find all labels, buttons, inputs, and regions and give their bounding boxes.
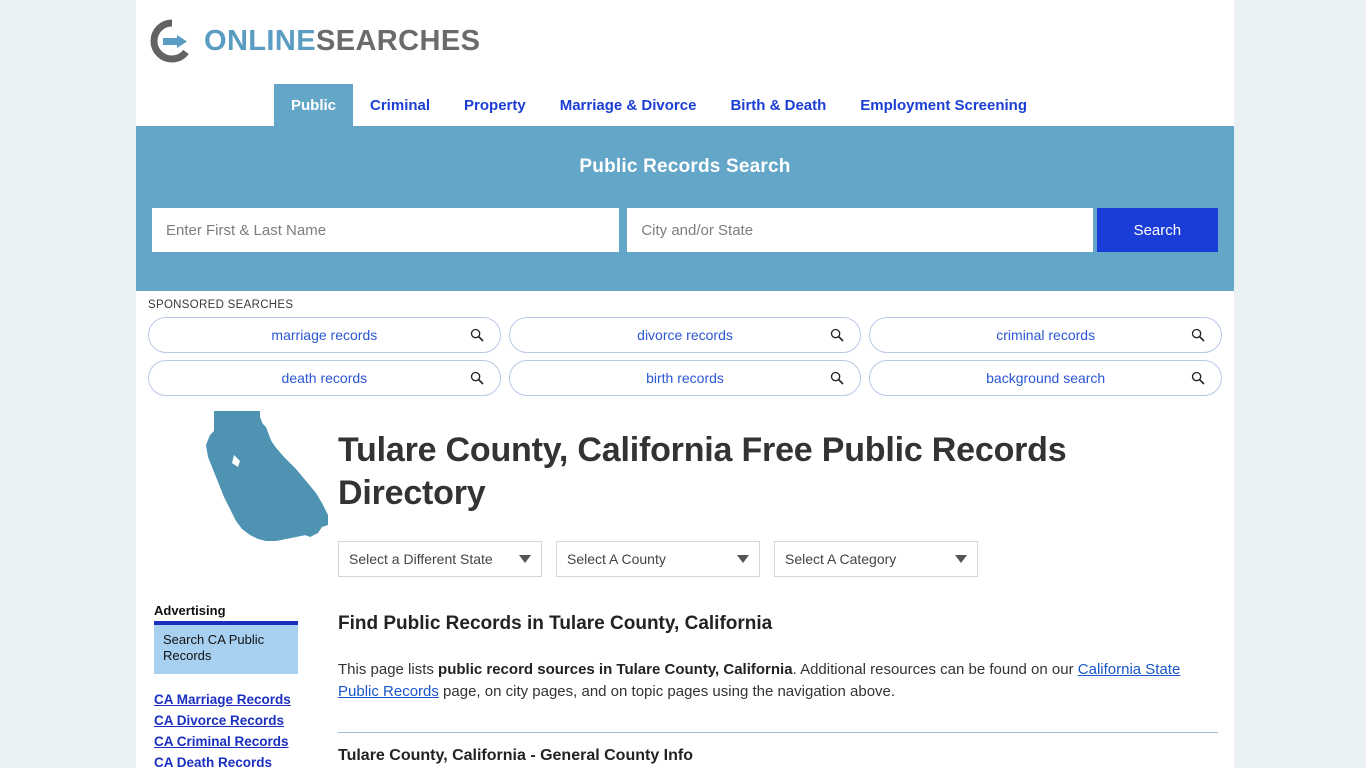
sidebar-link-ca-divorce-records[interactable]: CA Divorce Records: [154, 713, 316, 728]
sponsored-death-records[interactable]: death records: [148, 360, 501, 396]
logo-wordmark: ONLINESEARCHES: [204, 24, 481, 57]
tab-marriage-divorce[interactable]: Marriage & Divorce: [543, 84, 714, 126]
magnifier-icon: [470, 328, 484, 342]
magnifier-icon: [470, 371, 484, 385]
sponsored-searches-section: SPONSORED SEARCHES marriage records divo…: [136, 291, 1234, 396]
select-state-dropdown[interactable]: Select a Different State: [338, 540, 542, 577]
ad-search-ca-public-records[interactable]: Search CA Public Records: [154, 621, 298, 674]
chevron-down-icon: [737, 554, 749, 563]
select-county-dropdown[interactable]: Select A County: [556, 540, 760, 577]
circle-arrow-icon: [150, 19, 194, 63]
content-divider: [338, 731, 1218, 733]
sponsored-row-2: death records birth records background s…: [148, 360, 1223, 396]
sponsored-row-1: marriage records divorce records crimina…: [148, 317, 1223, 353]
search-submit-button[interactable]: Search: [1096, 208, 1218, 252]
general-county-info-heading: Tulare County, California - General Coun…: [338, 746, 693, 764]
select-category-dropdown[interactable]: Select A Category: [774, 540, 978, 577]
select-state-label: Select a Different State: [349, 550, 493, 567]
section-heading: Find Public Records in Tulare County, Ca…: [338, 612, 773, 634]
select-category-label: Select A Category: [785, 550, 897, 567]
sponsored-background-search[interactable]: background search: [869, 360, 1223, 396]
sponsored-criminal-records[interactable]: criminal records: [869, 317, 1223, 353]
tab-criminal[interactable]: Criminal: [353, 84, 447, 126]
search-city-input[interactable]: [627, 208, 1093, 252]
left-sidebar: Advertising Search CA Public Records CA …: [148, 411, 328, 768]
paragraph-part-2: . Additional resources can be found on o…: [792, 660, 1078, 678]
sponsored-label-text: criminal records: [996, 327, 1096, 343]
main-area: Advertising Search CA Public Records CA …: [136, 403, 1234, 768]
paragraph-part-3: page, on city pages, and on topic pages …: [438, 683, 896, 701]
sidebar-link-ca-criminal-records[interactable]: CA Criminal Records: [154, 734, 316, 749]
chevron-down-icon: [955, 554, 967, 563]
content-container: ONLINESEARCHES Public Criminal Property …: [136, 0, 1234, 768]
sidebar-link-ca-marriage-records[interactable]: CA Marriage Records: [154, 692, 316, 707]
main-content-column: Tulare County, California Free Public Re…: [316, 411, 1222, 768]
tab-employment-screening[interactable]: Employment Screening: [843, 84, 1044, 126]
site-logo[interactable]: ONLINESEARCHES: [150, 14, 1234, 68]
advertising-heading: Advertising: [154, 603, 226, 618]
sponsored-searches-label: SPONSORED SEARCHES: [148, 299, 294, 311]
sponsored-label-text: divorce records: [637, 327, 733, 343]
paragraph-part-1: This page lists: [338, 660, 439, 678]
sidebar-links: CA Marriage Records CA Divorce Records C…: [154, 692, 316, 768]
tab-public[interactable]: Public: [274, 84, 354, 126]
tab-birth-death[interactable]: Birth & Death: [713, 84, 843, 126]
sponsored-label-text: birth records: [646, 370, 724, 386]
magnifier-icon: [830, 371, 844, 385]
sponsored-label-text: death records: [281, 370, 368, 386]
logo-searches-text: SEARCHES: [315, 24, 481, 57]
sponsored-marriage-records[interactable]: marriage records: [148, 317, 501, 353]
page-title: Tulare County, California Free Public Re…: [338, 431, 1067, 512]
sponsored-divorce-records[interactable]: divorce records: [508, 317, 862, 353]
intro-paragraph: This page lists public record sources in…: [338, 659, 1200, 704]
sponsored-label-text: marriage records: [271, 327, 378, 343]
paragraph-bold-1: public record sources in Tulare County, …: [438, 660, 793, 678]
logo-online-text: ONLINE: [204, 24, 316, 57]
filter-dropdowns: Select a Different State Select A County…: [338, 540, 1222, 577]
magnifier-icon: [1191, 328, 1205, 342]
page-root: ONLINESEARCHES Public Criminal Property …: [0, 0, 1366, 768]
sidebar-link-ca-death-records[interactable]: CA Death Records: [154, 755, 316, 768]
sponsored-label-text: background search: [986, 370, 1106, 386]
sponsored-birth-records[interactable]: birth records: [508, 360, 862, 396]
search-name-input[interactable]: [152, 208, 620, 252]
tab-property[interactable]: Property: [447, 84, 543, 126]
public-records-search-band: Public Records Search Search: [136, 126, 1234, 291]
search-band-title: Public Records Search: [579, 156, 791, 177]
select-county-label: Select A County: [567, 550, 666, 567]
main-navigation: Public Criminal Property Marriage & Divo…: [136, 84, 1234, 126]
search-form: Search: [152, 208, 1218, 252]
magnifier-icon: [1191, 371, 1205, 385]
chevron-down-icon: [519, 554, 531, 563]
magnifier-icon: [830, 328, 844, 342]
site-header: ONLINESEARCHES: [136, 0, 1234, 84]
